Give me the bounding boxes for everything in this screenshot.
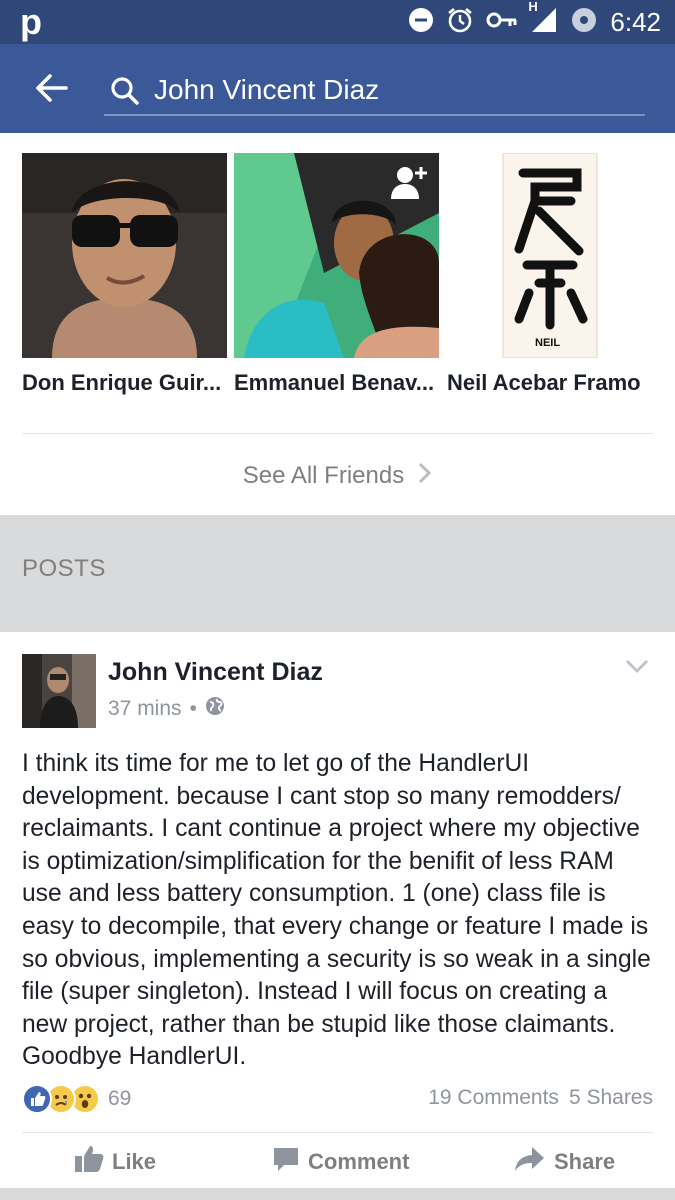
friend-card[interactable]: Don Enrique Guir... bbox=[22, 153, 227, 396]
data-saver-icon bbox=[570, 6, 598, 39]
alarm-icon bbox=[446, 6, 474, 39]
vpn-key-icon bbox=[486, 10, 518, 35]
arrow-left-icon[interactable] bbox=[34, 70, 70, 106]
friend-photo[interactable]: NEIL bbox=[447, 153, 652, 358]
reactions-summary[interactable]: 69 bbox=[22, 1084, 131, 1114]
search-field[interactable] bbox=[104, 66, 645, 116]
shares-count[interactable]: 5 Shares bbox=[569, 1086, 653, 1110]
feed-separator bbox=[0, 1188, 675, 1200]
post-time[interactable]: 37 mins bbox=[108, 697, 182, 721]
meta-separator: • bbox=[189, 697, 197, 720]
search-input[interactable] bbox=[154, 70, 634, 110]
post-actions: Like Comment Share bbox=[0, 1142, 675, 1182]
chevron-right-icon bbox=[418, 452, 432, 502]
notification-app-icon: p bbox=[20, 1, 42, 42]
post-card: John Vincent Diaz 37 mins • I think its … bbox=[0, 632, 675, 1188]
share-button[interactable]: Share bbox=[514, 1142, 615, 1182]
like-button[interactable]: Like bbox=[74, 1142, 156, 1182]
divider bbox=[22, 433, 653, 434]
friend-card[interactable]: Emmanuel Benav... bbox=[234, 153, 439, 396]
see-all-friends-label: See All Friends bbox=[242, 462, 405, 489]
friend-name[interactable]: Don Enrique Guir... bbox=[22, 370, 237, 396]
globe-icon bbox=[205, 696, 225, 722]
posts-section-header: POSTS bbox=[0, 515, 675, 632]
avatar[interactable] bbox=[22, 654, 96, 728]
friend-name[interactable]: Emmanuel Benav... bbox=[234, 370, 449, 396]
like-label: Like bbox=[112, 1149, 157, 1174]
divider bbox=[22, 1132, 653, 1133]
like-reaction-icon bbox=[22, 1084, 52, 1114]
search-bar bbox=[0, 44, 675, 133]
reaction-count: 69 bbox=[108, 1087, 132, 1110]
photo-caption: NEIL bbox=[535, 337, 561, 349]
share-label: Share bbox=[554, 1149, 616, 1174]
thumbs-up-icon bbox=[74, 1145, 104, 1179]
clock: 6:42 bbox=[610, 7, 661, 37]
status-bar: p H 6:42 bbox=[0, 0, 675, 44]
minus-circle-icon bbox=[408, 7, 434, 38]
friend-name[interactable]: Neil Acebar Framo bbox=[447, 370, 662, 396]
post-meta: 37 mins • bbox=[108, 696, 225, 722]
friend-photo[interactable] bbox=[234, 153, 439, 358]
comments-count[interactable]: 19 Comments bbox=[428, 1086, 559, 1110]
post-author[interactable]: John Vincent Diaz bbox=[108, 658, 323, 687]
comment-button[interactable]: Comment bbox=[272, 1142, 409, 1182]
friends-section: Don Enrique Guir... Emmanuel Benav... NE… bbox=[0, 133, 675, 515]
add-friend-icon[interactable] bbox=[389, 163, 429, 206]
share-arrow-icon bbox=[514, 1145, 546, 1179]
friend-card[interactable]: NEIL Neil Acebar Framo bbox=[447, 153, 652, 396]
section-title: POSTS bbox=[22, 555, 106, 582]
comment-label: Comment bbox=[308, 1149, 410, 1174]
search-icon bbox=[110, 76, 140, 106]
chevron-down-icon[interactable] bbox=[625, 658, 649, 674]
network-type-label: H bbox=[528, 0, 538, 14]
post-text: I think its time for me to let go of the… bbox=[22, 750, 651, 1071]
comment-icon bbox=[272, 1145, 300, 1179]
friend-photo[interactable] bbox=[22, 153, 227, 358]
see-all-friends-button[interactable]: See All Friends bbox=[0, 451, 675, 501]
engagement-counts: 19 Comments 5 Shares bbox=[428, 1086, 653, 1110]
signal-icon: H bbox=[528, 0, 558, 38]
status-icons: H 6:42 bbox=[408, 0, 661, 44]
